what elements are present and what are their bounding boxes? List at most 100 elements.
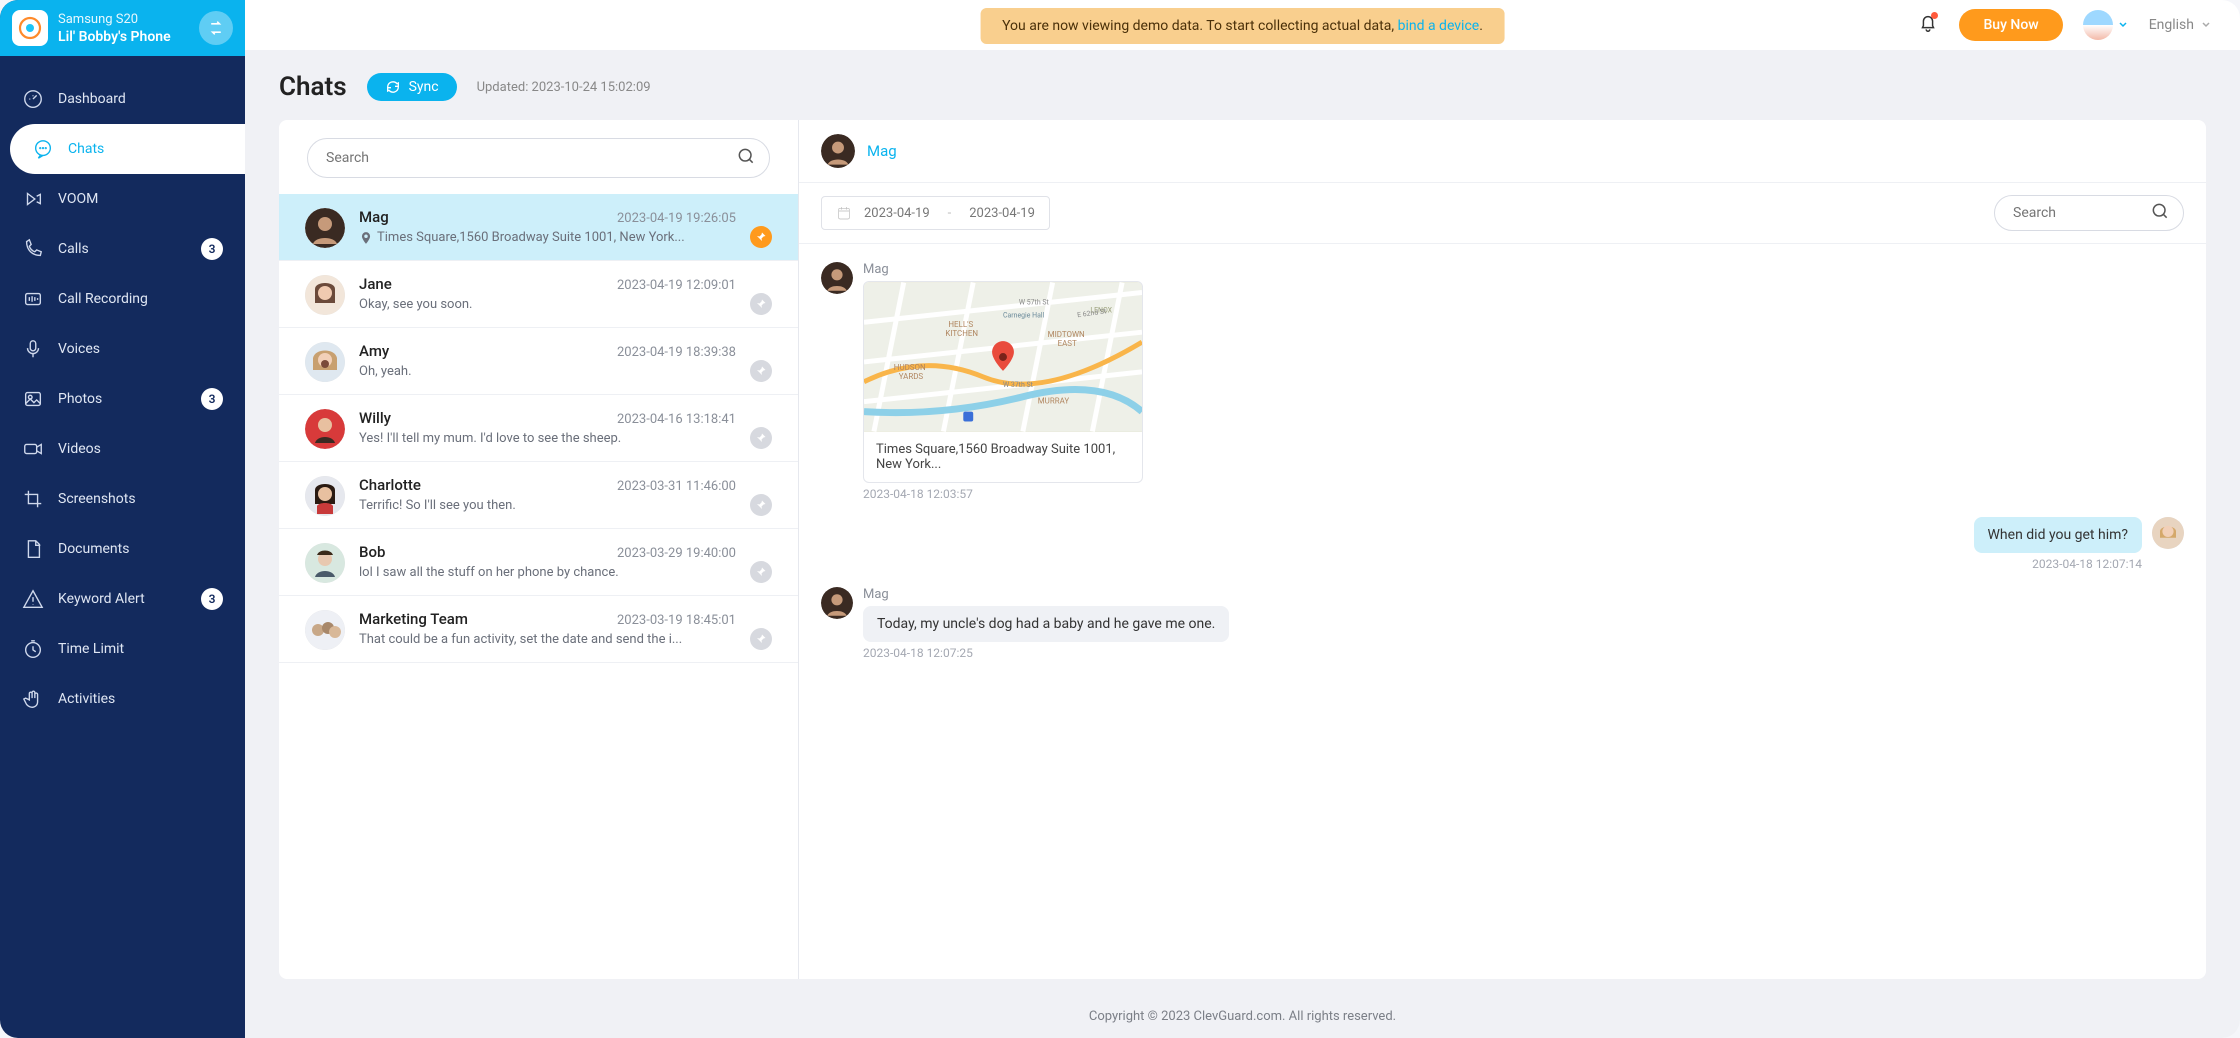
chat-preview: Oh, yeah. [359, 364, 736, 379]
nav-label: Time Limit [58, 641, 223, 657]
device-switch-icon[interactable] [199, 11, 233, 45]
chat-row[interactable]: Amy2023-04-19 18:39:38Oh, yeah. [279, 328, 798, 395]
chat-time: 2023-03-29 19:40:00 [617, 546, 736, 561]
refresh-icon [385, 79, 401, 95]
chat-time: 2023-04-19 19:26:05 [617, 211, 736, 226]
pin-icon[interactable] [750, 628, 772, 650]
main: You are now viewing demo data. To start … [245, 0, 2240, 1038]
nav-activities[interactable]: Activities [0, 674, 245, 724]
nav-calls[interactable]: Calls 3 [0, 224, 245, 274]
chat-avatar [305, 208, 345, 248]
messages[interactable]: Mag HELL'SKITCHEN MIDTOWN [799, 244, 2206, 979]
nav-label: Videos [58, 441, 223, 457]
nav-screenshots[interactable]: Screenshots [0, 474, 245, 524]
message-sender: Mag [863, 587, 1229, 602]
pin-icon[interactable] [750, 360, 772, 382]
chat-time: 2023-03-31 11:46:00 [617, 479, 736, 494]
clock-icon [22, 638, 44, 660]
chat-row[interactable]: Bob2023-03-29 19:40:00lol I saw all the … [279, 529, 798, 596]
bind-device-link[interactable]: bind a device [1398, 18, 1480, 34]
chat-time: 2023-04-19 18:39:38 [617, 345, 736, 360]
message-time: 2023-04-18 12:07:25 [863, 646, 1229, 660]
footer: Copyright © 2023 ClevGuard.com. All righ… [245, 995, 2240, 1038]
conversation-search [1994, 195, 2184, 231]
message-sender: Mag [863, 262, 1143, 277]
chat-row[interactable]: Marketing Team2023-03-19 18:45:01That co… [279, 596, 798, 663]
chat-list-panel: Mag2023-04-19 19:26:05Times Square,1560 … [279, 120, 799, 979]
message-text: Today, my uncle's dog had a baby and he … [863, 606, 1229, 642]
conversation-name: Mag [867, 142, 897, 160]
nav-videos[interactable]: Videos [0, 424, 245, 474]
nav-timelimit[interactable]: Time Limit [0, 624, 245, 674]
nav-voom[interactable]: VOOM [0, 174, 245, 224]
chat-search-input[interactable] [307, 138, 770, 178]
crop-icon [22, 488, 44, 510]
chat-row[interactable]: Charlotte2023-03-31 11:46:00Terrific! So… [279, 462, 798, 529]
nav-label: Voices [58, 341, 223, 357]
search-icon[interactable] [2150, 201, 2170, 225]
message-incoming: Mag Today, my uncle's dog had a baby and… [821, 587, 1775, 660]
svg-text:EAST: EAST [1058, 339, 1077, 348]
dashboard-icon [22, 88, 44, 110]
location-pin-icon [359, 231, 373, 245]
chat-name: Willy [359, 409, 391, 427]
document-icon [22, 538, 44, 560]
pin-icon[interactable] [750, 293, 772, 315]
demo-banner: You are now viewing demo data. To start … [980, 8, 1505, 44]
chat-name: Mag [359, 208, 389, 226]
message-text: When did you get him? [1974, 517, 2142, 553]
nav-photos[interactable]: Photos 3 [0, 374, 245, 424]
user-avatar-icon [2083, 10, 2113, 40]
svg-text:W 57th St: W 57th St [1019, 298, 1050, 306]
chat-row[interactable]: Willy2023-04-16 13:18:41Yes! I'll tell m… [279, 395, 798, 462]
nav-recording[interactable]: Call Recording [0, 274, 245, 324]
nav-label: Activities [58, 691, 223, 707]
svg-text:YARDS: YARDS [899, 372, 924, 381]
buy-now-button[interactable]: Buy Now [1959, 9, 2062, 41]
svg-text:KITCHEN: KITCHEN [945, 329, 978, 338]
location-card[interactable]: HELL'SKITCHEN MIDTOWNEAST LENOX MURRAY H… [863, 281, 1143, 483]
language-selector[interactable]: English [2149, 17, 2212, 33]
svg-text:MIDTOWN: MIDTOWN [1048, 330, 1085, 339]
chat-row[interactable]: Jane2023-04-19 12:09:01Okay, see you soo… [279, 261, 798, 328]
pin-icon[interactable] [750, 226, 772, 248]
nav-voices[interactable]: Voices [0, 324, 245, 374]
topbar: You are now viewing demo data. To start … [245, 0, 2240, 50]
chat-time: 2023-03-19 18:45:01 [617, 613, 736, 628]
chat-time: 2023-04-19 12:09:01 [617, 278, 736, 293]
chevron-down-icon [2200, 19, 2212, 31]
notification-bell-icon[interactable] [1917, 12, 1939, 38]
nav-dashboard[interactable]: Dashboard [0, 74, 245, 124]
nav-label: Dashboard [58, 91, 223, 107]
page-title: Chats [279, 72, 347, 102]
device-model: Samsung S20 [58, 12, 189, 27]
message-incoming: Mag HELL'SKITCHEN MIDTOWN [821, 262, 1775, 501]
chat-name: Bob [359, 543, 385, 561]
chat-preview: Okay, see you soon. [359, 297, 736, 312]
demo-text: You are now viewing demo data. To start … [1002, 18, 1398, 34]
device-name: Lil' Bobby's Phone [58, 29, 189, 45]
date-range-picker[interactable]: 2023-04-19 - 2023-04-19 [821, 196, 1050, 230]
sync-button[interactable]: Sync [367, 73, 457, 101]
device-header[interactable]: Samsung S20 Lil' Bobby's Phone [0, 0, 245, 56]
search-icon[interactable] [736, 146, 756, 170]
pin-icon[interactable] [750, 427, 772, 449]
message-avatar [821, 262, 853, 294]
chat-search [307, 138, 770, 178]
calendar-icon [836, 205, 852, 221]
nav-keyword[interactable]: Keyword Alert 3 [0, 574, 245, 624]
nav: Dashboard Chats VOOM Calls 3 Call Record… [0, 56, 245, 724]
nav-documents[interactable]: Documents [0, 524, 245, 574]
chat-row[interactable]: Mag2023-04-19 19:26:05Times Square,1560 … [279, 194, 798, 261]
pin-icon[interactable] [750, 494, 772, 516]
conversation-panel: Mag 2023-04-19 - 2023-04-19 [799, 120, 2206, 979]
app-logo-icon [12, 10, 48, 46]
pin-icon[interactable] [750, 561, 772, 583]
chat-avatar [305, 409, 345, 449]
chat-list[interactable]: Mag2023-04-19 19:26:05Times Square,1560 … [279, 194, 798, 979]
message-avatar [2152, 517, 2184, 549]
svg-text:HELL'S: HELL'S [948, 320, 973, 329]
nav-chats[interactable]: Chats [10, 124, 245, 174]
account-menu[interactable] [2083, 10, 2129, 40]
sync-label: Sync [409, 79, 439, 95]
